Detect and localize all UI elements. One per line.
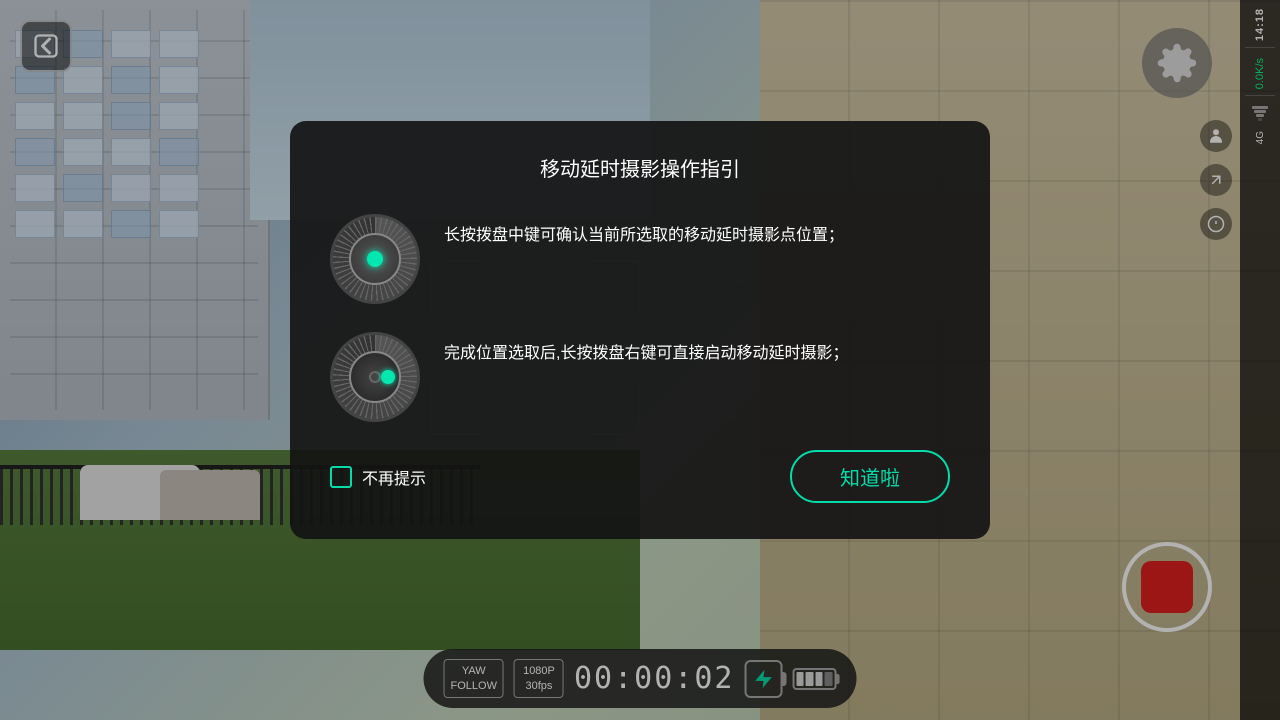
no-remind-container: 不再提示 <box>330 465 426 489</box>
instruction-dialog: 移动延时摄影操作指引 长按拨盘中键可确认当前所选取的移动延时摄影点位置； <box>290 121 990 539</box>
dial-outer-1 <box>330 214 420 304</box>
dial-inner-1 <box>349 233 401 285</box>
dial-1 <box>330 214 420 304</box>
instruction-text-1: 长按拨盘中键可确认当前所选取的移动延时摄影点位置； <box>444 214 844 249</box>
dial-dot-center <box>367 251 383 267</box>
dial-2 <box>330 332 420 422</box>
dialog-footer: 不再提示 知道啦 <box>330 450 950 503</box>
dialog-overlay: 移动延时摄影操作指引 长按拨盘中键可确认当前所选取的移动延时摄影点位置； <box>0 0 1280 720</box>
dial-inner-2 <box>349 351 401 403</box>
dialog-row-1: 长按拨盘中键可确认当前所选取的移动延时摄影点位置； <box>330 214 950 304</box>
dialog-row-2: 完成位置选取后,长按拨盘右键可直接启动移动延时摄影； <box>330 332 950 422</box>
dialog-title: 移动延时摄影操作指引 <box>330 153 950 182</box>
no-remind-label: 不再提示 <box>362 465 426 489</box>
instruction-text-2: 完成位置选取后,长按拨盘右键可直接启动移动延时摄影； <box>444 332 848 367</box>
dial-outer-2 <box>330 332 420 422</box>
no-remind-checkbox[interactable] <box>330 466 352 488</box>
confirm-button[interactable]: 知道啦 <box>790 450 950 503</box>
dial-dot-right <box>381 370 395 384</box>
